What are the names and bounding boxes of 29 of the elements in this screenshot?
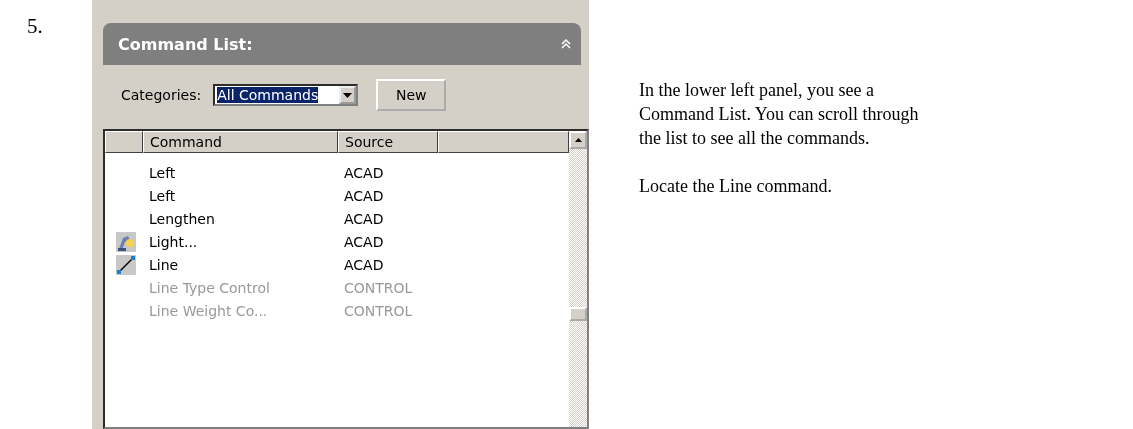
up-arrow-icon xyxy=(574,138,582,142)
command-name[interactable]: Left xyxy=(143,187,338,204)
command-name[interactable]: Light... xyxy=(143,233,338,250)
paragraph: Locate the Line command. xyxy=(639,175,833,198)
command-source: ACAD xyxy=(343,233,385,250)
categories-dropdown[interactable]: All Commands xyxy=(213,84,359,106)
command-name[interactable]: Lengthen xyxy=(143,210,338,227)
column-header: Source xyxy=(338,131,438,153)
scroll-up-button[interactable] xyxy=(569,131,587,149)
double-chevron-up-icon xyxy=(561,39,571,49)
dropdown-arrow-icon xyxy=(343,92,353,98)
new-button[interactable]: New xyxy=(376,79,447,111)
command-name[interactable]: Line xyxy=(143,256,338,273)
panel-title: Command List: xyxy=(118,34,253,54)
scroll-thumb[interactable] xyxy=(569,307,587,321)
categories-label: Categories: xyxy=(121,87,202,103)
line-icon xyxy=(116,254,136,275)
command-source: ACAD xyxy=(343,187,385,204)
command-source: ACAD xyxy=(343,210,385,227)
command-source: ACAD xyxy=(343,256,385,273)
lamp-icon xyxy=(116,231,136,252)
scrollbar[interactable] xyxy=(569,131,587,427)
command-source: ACAD xyxy=(343,164,385,181)
step-number: 5. xyxy=(26,13,44,39)
command-name[interactable]: Left xyxy=(143,164,338,181)
column-header: Command xyxy=(143,131,338,153)
paragraph: In the lower left panel, you see a Command List. You can scroll through the list to see all the commands. xyxy=(639,79,920,150)
command-source: CONTROL xyxy=(343,302,414,319)
command-source: CONTROL xyxy=(343,279,414,296)
